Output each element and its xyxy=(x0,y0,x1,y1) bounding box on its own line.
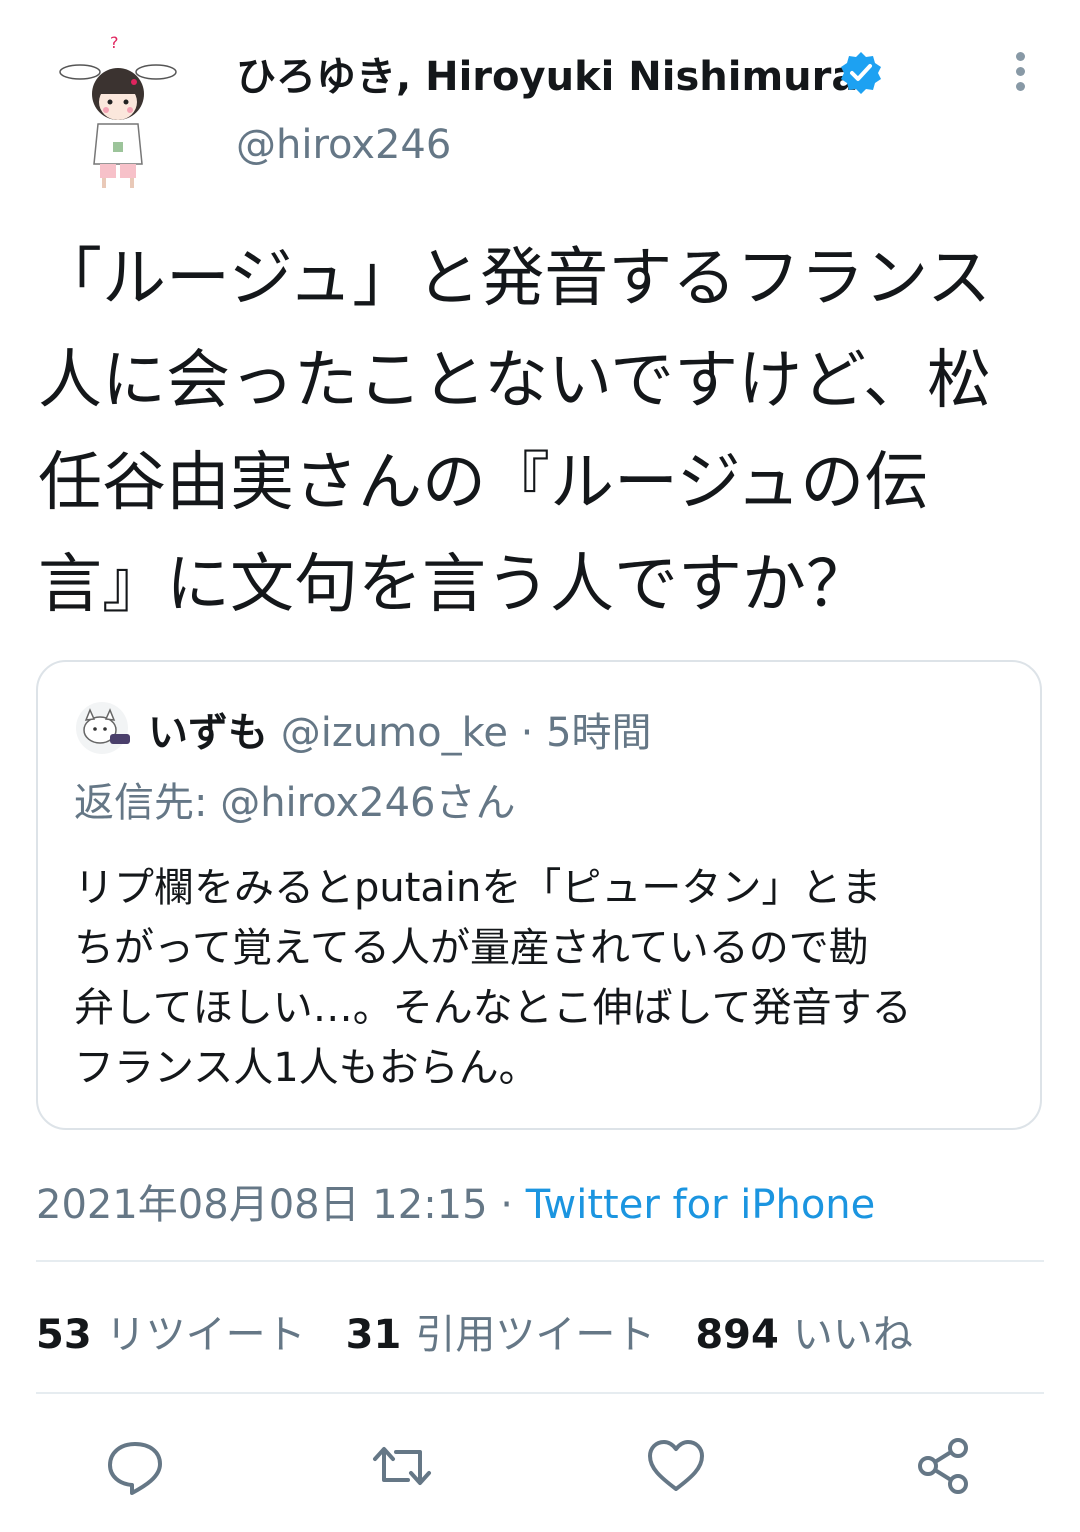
tweet-timestamp: 2021年08月08日 12:15 · Twitter for iPhone xyxy=(36,1172,875,1230)
retweet-icon[interactable] xyxy=(372,1436,432,1496)
quoted-author-name[interactable]: いずも xyxy=(148,710,268,756)
quoted-text-line: リプ欄をみるとputainを「ピュータン」とま xyxy=(74,865,882,911)
tweet-text-line: 任谷由実さんの『ルージュの伝 xyxy=(38,446,929,520)
engagement-stats: 53 リツイート 31 引用ツイート 894 いいね xyxy=(36,1302,953,1360)
retweets-label: リツイート xyxy=(105,1312,306,1358)
quoted-author-avatar xyxy=(74,700,134,756)
quotes-stat[interactable]: 31 引用ツイート xyxy=(346,1312,696,1358)
quoted-text-line: ちがって覚えてる人が量産されているので勘 xyxy=(74,925,869,971)
client-link[interactable]: Twitter for iPhone xyxy=(526,1182,876,1228)
author-handle[interactable]: @hirox246 xyxy=(236,122,451,168)
tweet-text-line: 言』に文句を言う人ですか？ xyxy=(38,548,870,622)
divider xyxy=(36,1260,1044,1262)
timestamp-date: 2021年08月08日 12:15 · xyxy=(36,1182,526,1228)
reply-icon[interactable] xyxy=(105,1436,165,1496)
quoted-text-line: フランス人1人もおらん。 xyxy=(74,1045,539,1091)
likes-count: 894 xyxy=(695,1312,779,1358)
retweets-count: 53 xyxy=(36,1312,92,1358)
likes-stat[interactable]: 894 いいね xyxy=(695,1312,953,1358)
more-options-icon[interactable] xyxy=(1004,52,1036,98)
tweet-text-line: 「ルージュ」と発音するフランス xyxy=(38,242,991,316)
quotes-label: 引用ツイート xyxy=(415,1312,656,1358)
tweet-text: 「ルージュ」と発音するフランス 人に会ったことないですけど、松 任谷由実さんの『… xyxy=(38,228,1048,636)
quoted-text-line: 弁してほしい…。そんなとこ伸ばして発音する xyxy=(74,985,912,1031)
divider xyxy=(36,1392,1044,1394)
verified-badge-icon xyxy=(838,50,884,96)
quoted-reply-to: 返信先: @hirox246さん xyxy=(74,780,516,826)
svg-text:?: ? xyxy=(110,33,119,52)
tweet-text-line: 人に会ったことないですけど、松 xyxy=(38,344,991,418)
quotes-count: 31 xyxy=(345,1312,402,1358)
author-avatar[interactable]: ? xyxy=(58,30,178,190)
quoted-tweet-text: リプ欄をみるとputainを「ピュータン」とま ちがって覚えてる人が量産されてい… xyxy=(74,858,1014,1098)
heart-icon[interactable] xyxy=(646,1436,706,1496)
share-icon[interactable] xyxy=(914,1436,974,1496)
quoted-author-meta: @izumo_ke · 5時間 xyxy=(280,710,652,756)
retweets-stat[interactable]: 53 リツイート xyxy=(36,1312,346,1358)
likes-label: いいね xyxy=(792,1312,913,1358)
quoted-tweet-header: いずも @izumo_ke · 5時間 xyxy=(148,700,652,758)
author-display-name[interactable]: ひろゆき, Hiroyuki Nishimura xyxy=(236,44,858,102)
